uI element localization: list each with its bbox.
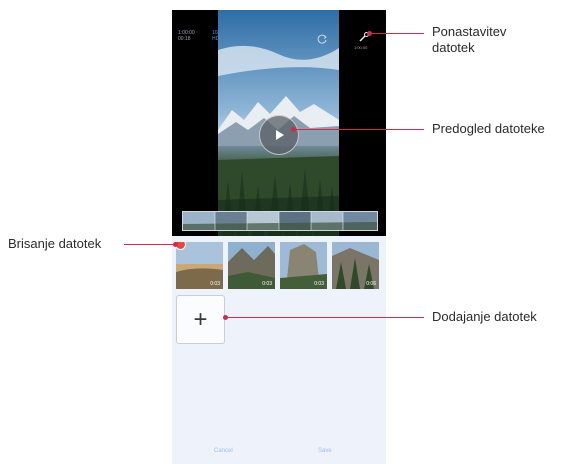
video-info: 1:00:00 00:18 (178, 30, 195, 42)
callout-dot-delete (173, 242, 178, 247)
clip-duration: 0:03 (262, 281, 272, 287)
callout-line-delete (124, 244, 176, 245)
clip-list: 0:03 0:03 0:03 0:06 (176, 242, 386, 292)
callout-label-preview: Predogled datoteke (432, 121, 545, 136)
add-icon: + (193, 305, 208, 333)
add-clip-button[interactable]: + (176, 295, 225, 344)
clip-duration: 0:06 (366, 281, 376, 287)
phone-screen: 1:00:00 00:18 1080 HD 1:00:00 0:03 0:03 … (172, 10, 386, 464)
info-line-2: 00:18 (178, 36, 191, 42)
callout-label-add: Dodajanje datotek (432, 309, 537, 324)
clip-thumbnail[interactable]: 0:03 (176, 242, 223, 289)
save-button[interactable]: Save (318, 448, 332, 454)
clip-thumbnail[interactable]: 0:03 (280, 242, 327, 289)
callout-label-settings: Ponastavitev datotek (432, 24, 507, 55)
clip-thumbnail[interactable]: 0:03 (228, 242, 275, 289)
reset-icon-glyph (317, 34, 327, 44)
reset-icon[interactable] (316, 32, 328, 44)
callout-line-add (226, 317, 424, 318)
timeline-frames (183, 212, 377, 230)
callout-line-preview (294, 129, 424, 130)
callout-line-settings (370, 33, 424, 34)
clip-duration: 0:03 (210, 281, 220, 287)
timeline-scrubber[interactable] (182, 211, 378, 231)
play-icon (276, 130, 284, 140)
play-button[interactable] (259, 115, 299, 155)
clip-duration: 0:03 (314, 281, 324, 287)
video-preview-area: 1:00:00 00:18 1080 HD 1:00:00 (172, 10, 386, 236)
clip-thumbnail[interactable]: 0:06 (332, 242, 379, 289)
cancel-button[interactable]: Cancel (214, 448, 233, 454)
callout-label-delete: Brisanje datotek (8, 236, 102, 251)
settings-sublabel: 1:00:00 (354, 45, 368, 50)
